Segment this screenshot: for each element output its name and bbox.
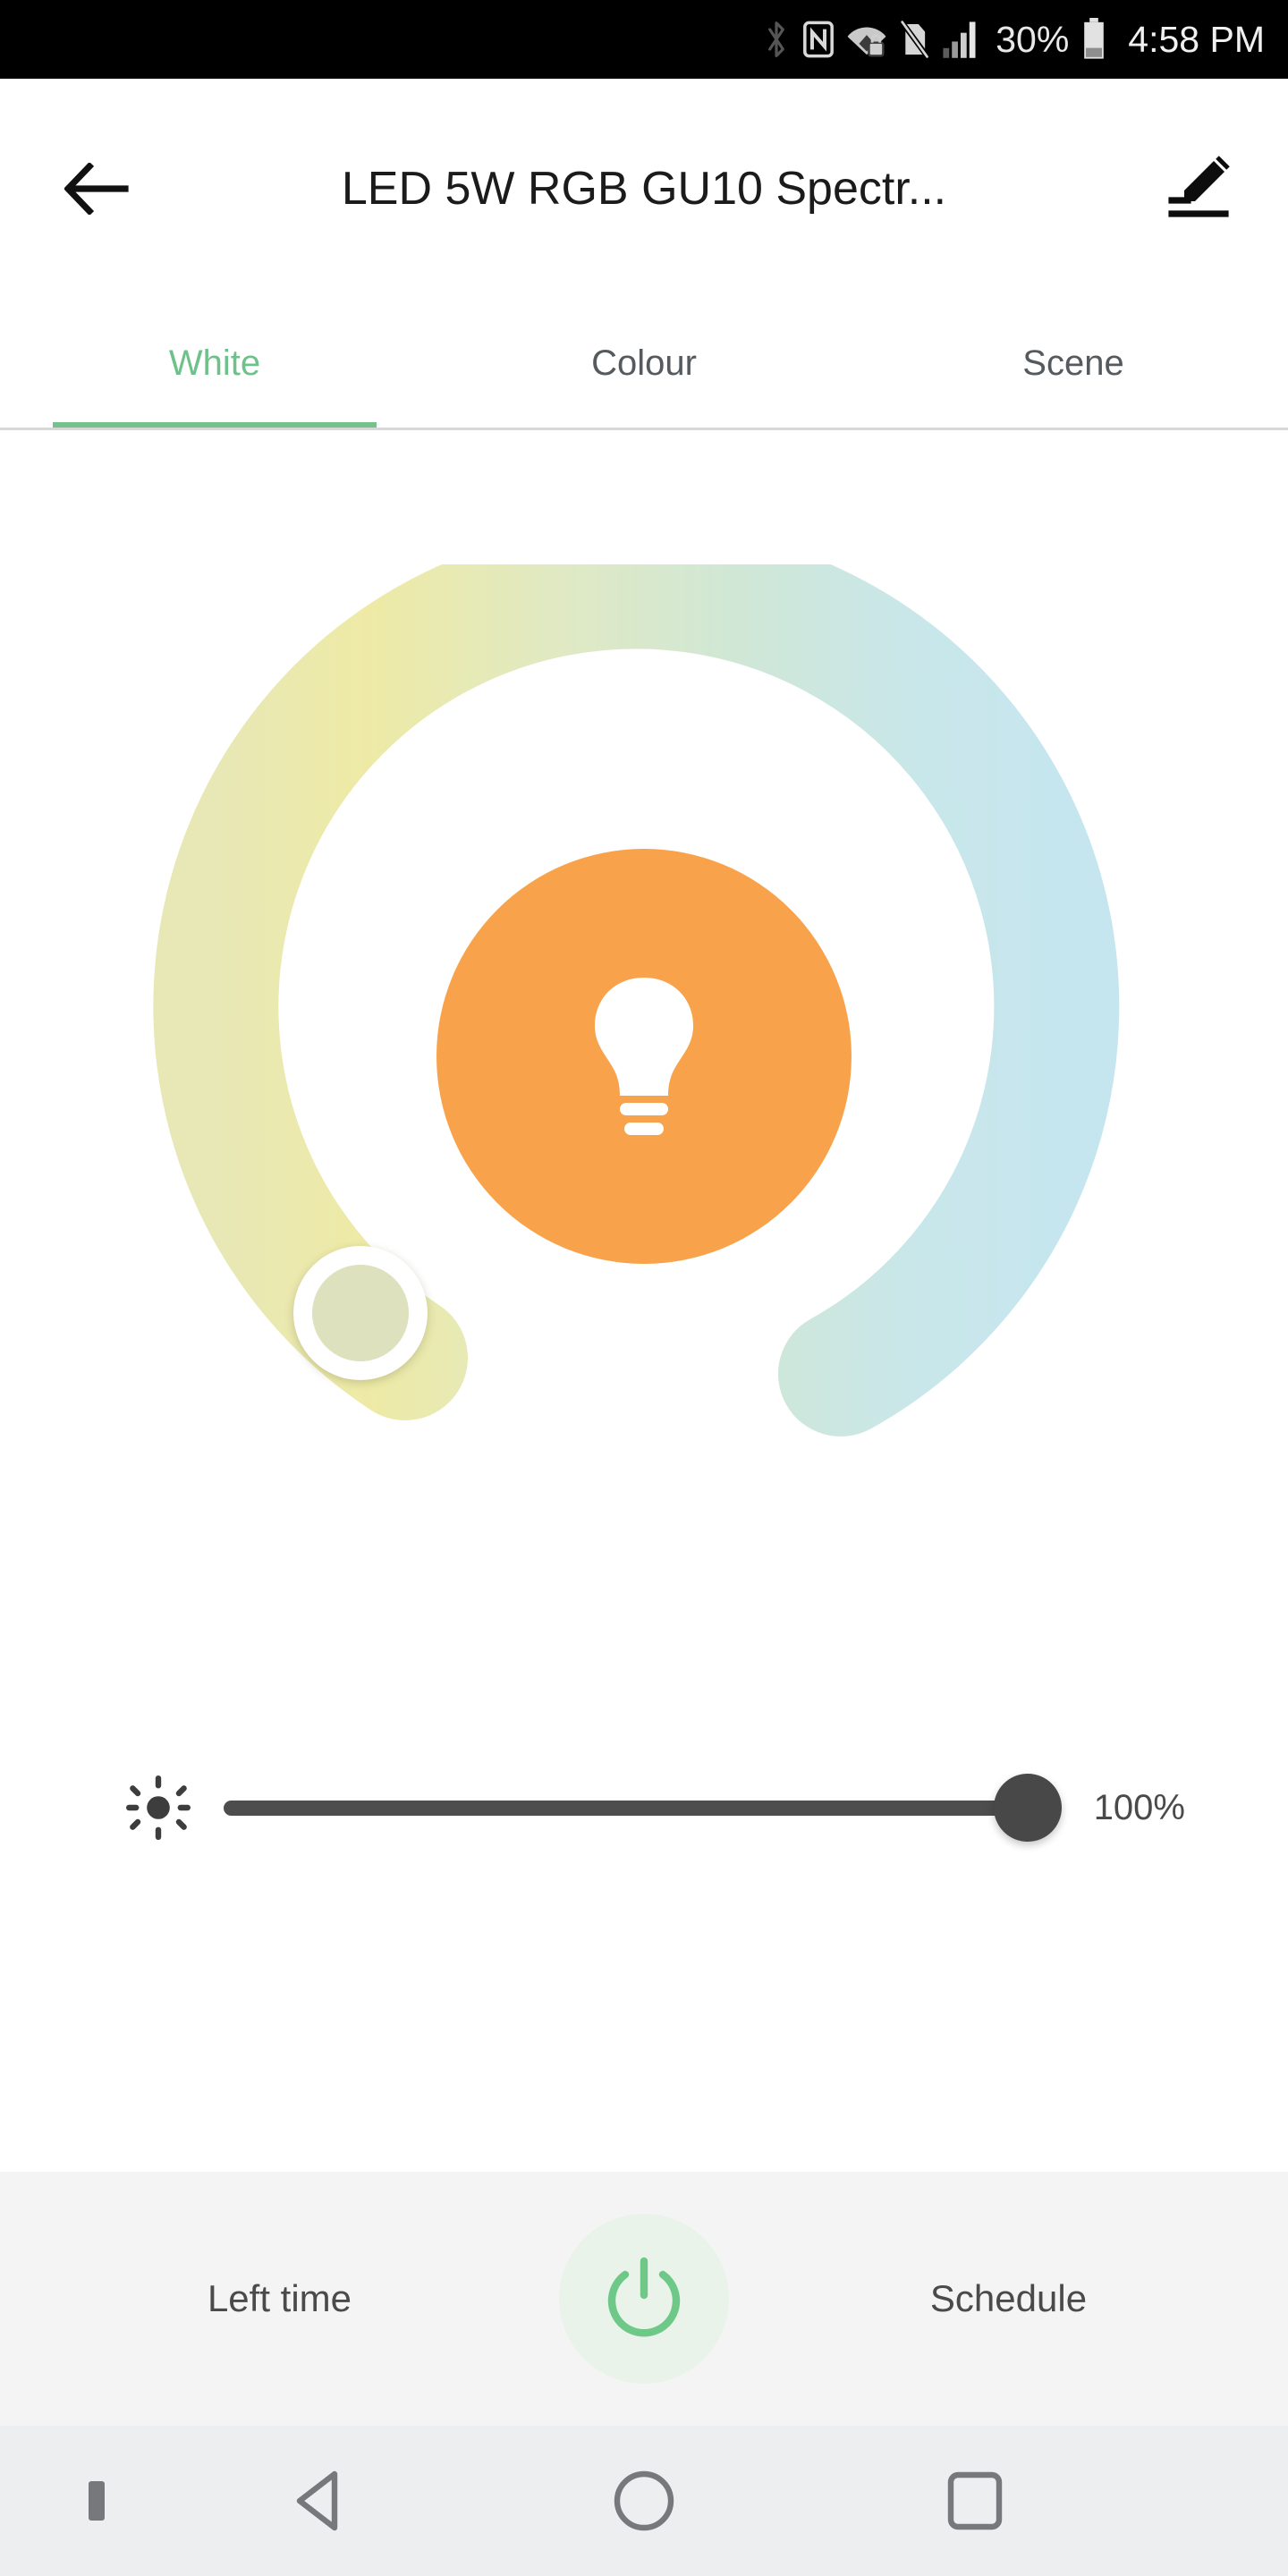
- main-content: 100%: [0, 430, 1288, 2172]
- tab-white-label: White: [168, 343, 261, 383]
- light-bulb-icon: [595, 978, 693, 1135]
- color-temperature-thumb[interactable]: [293, 1246, 428, 1380]
- brightness-slider-thumb[interactable]: [993, 1774, 1062, 1842]
- brightness-value-label: 100%: [1093, 1787, 1185, 1827]
- color-temperature-thumb-fill: [312, 1265, 409, 1361]
- tab-white[interactable]: White: [0, 298, 429, 429]
- brightness-slider[interactable]: [224, 1758, 1062, 1857]
- left-time-label: Left time: [207, 2277, 352, 2319]
- nav-home-circle-icon: [614, 2470, 674, 2531]
- status-time: 4:58 PM: [1128, 18, 1265, 60]
- bulb-toggle-button[interactable]: [436, 849, 852, 1264]
- battery-percentage: 30%: [996, 18, 1070, 60]
- color-temperature-control[interactable]: [152, 564, 1136, 1548]
- edit-pencil-icon: [1168, 155, 1230, 217]
- brightness-control: 100%: [0, 1754, 1288, 1861]
- tab-colour-label: Colour: [591, 343, 697, 383]
- nav-recents-button[interactable]: [926, 2452, 1024, 2550]
- schedule-button[interactable]: Schedule: [729, 2277, 1288, 2320]
- signal-bars-icon: [943, 21, 976, 58]
- mode-tabs: White Colour Scene: [0, 298, 1288, 429]
- back-button[interactable]: [61, 153, 132, 225]
- sim-off-icon: [899, 20, 930, 59]
- battery-icon: [1084, 18, 1105, 59]
- page-title: LED 5W RGB GU10 Spectr...: [341, 162, 947, 215]
- wifi-secured-icon: [847, 27, 886, 57]
- status-bar: 30% 4:58 PM: [0, 0, 1288, 79]
- edit-button[interactable]: [1161, 151, 1236, 226]
- nav-back-button[interactable]: [268, 2452, 367, 2550]
- nav-home-button[interactable]: [595, 2452, 693, 2550]
- power-icon: [607, 2257, 681, 2337]
- status-bar-icons: 30% 4:58 PM: [763, 18, 1265, 61]
- nav-dot-icon: [89, 2481, 105, 2521]
- nfc-icon: [803, 21, 835, 58]
- app-bar: LED 5W RGB GU10 Spectr...: [0, 79, 1288, 298]
- tab-colour[interactable]: Colour: [429, 298, 859, 429]
- nav-recents-square-icon: [947, 2471, 1003, 2530]
- brightness-sun-icon: [125, 1775, 191, 1841]
- left-time-button[interactable]: Left time: [0, 2277, 559, 2320]
- bottom-action-bar: Left time Schedule: [0, 2172, 1288, 2426]
- power-toggle-button[interactable]: [559, 2214, 729, 2384]
- nav-back-triangle-icon: [296, 2470, 338, 2531]
- back-arrow-icon: [64, 162, 129, 215]
- android-nav-bar: [0, 2426, 1288, 2576]
- brightness-slider-track[interactable]: [224, 1800, 1056, 1816]
- bluetooth-icon: [768, 21, 785, 57]
- tab-scene[interactable]: Scene: [859, 298, 1288, 429]
- schedule-label: Schedule: [929, 2277, 1088, 2319]
- nav-dot-button[interactable]: [86, 2478, 107, 2524]
- tab-scene-label: Scene: [1022, 343, 1124, 383]
